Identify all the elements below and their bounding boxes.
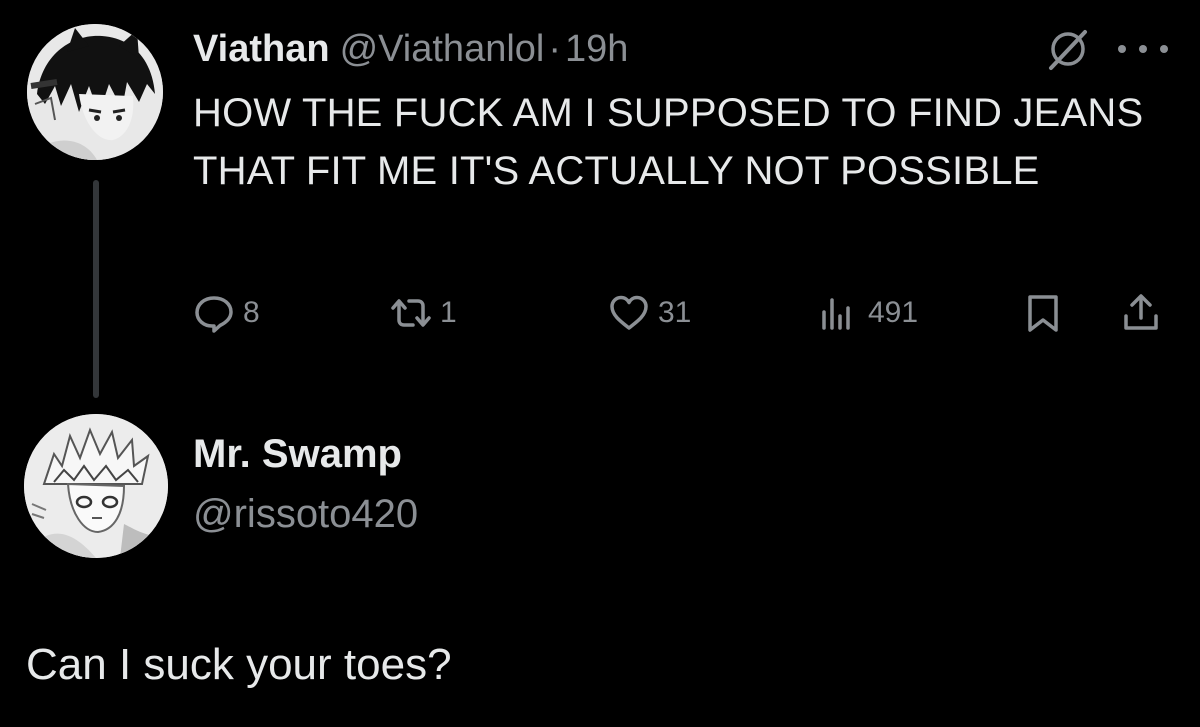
tweet-timestamp[interactable]: 19h (565, 28, 628, 71)
author-display-name[interactable]: Viathan (193, 28, 330, 71)
author-avatar[interactable] (27, 24, 163, 160)
grok-icon[interactable] (1045, 26, 1091, 72)
reply-author-display-name[interactable]: Mr. Swamp (193, 432, 402, 477)
views-icon (822, 298, 850, 330)
reply-count: 8 (243, 296, 260, 329)
repost-button[interactable]: 1 (390, 290, 457, 336)
author-handle[interactable]: @Viathanlol (340, 28, 545, 71)
repost-icon (391, 299, 431, 327)
repost-count: 1 (440, 296, 457, 329)
separator-dot: · (548, 27, 562, 70)
views-count: 491 (868, 296, 919, 329)
like-count: 31 (658, 296, 692, 329)
tweet-text: HOW THE FUCK AM I SUPPOSED TO FIND JEANS… (193, 91, 1144, 193)
views-button[interactable]: 491 (818, 290, 918, 336)
thread-line (93, 180, 99, 398)
manga-character-avatar-icon (24, 414, 168, 558)
heart-icon (610, 295, 648, 330)
share-button[interactable] (1120, 290, 1162, 336)
anime-character-avatar-icon (27, 24, 163, 160)
share-icon (1124, 294, 1158, 330)
bookmark-button[interactable] (1022, 290, 1064, 336)
tweet-header: Viathan @Viathanlol · 19h (193, 24, 628, 74)
reply-text: Can I suck your toes? (26, 640, 452, 689)
reply-icon (195, 296, 233, 333)
like-button[interactable]: 31 (608, 290, 691, 336)
reply-author-avatar[interactable] (24, 414, 168, 558)
bookmark-icon (1028, 295, 1058, 332)
more-icon[interactable] (1118, 34, 1168, 64)
reply-button[interactable]: 8 (193, 290, 260, 336)
reply-author-handle[interactable]: @rissoto420 (193, 492, 418, 537)
